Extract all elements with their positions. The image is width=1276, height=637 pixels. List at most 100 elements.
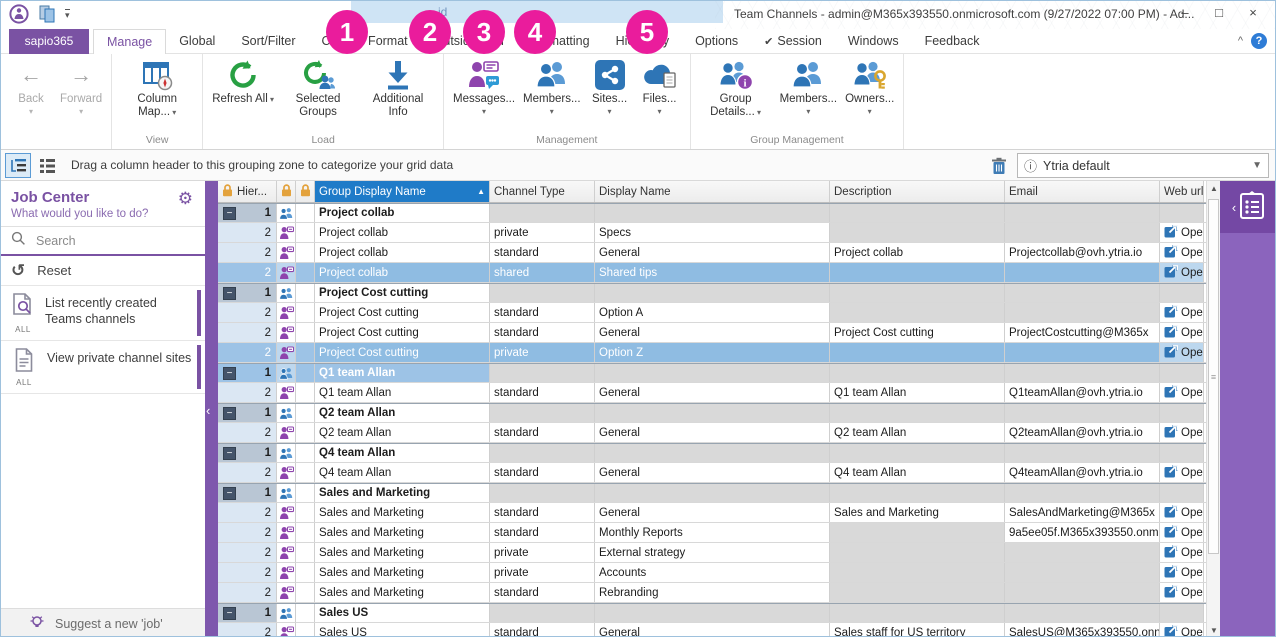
- trash-icon[interactable]: [987, 155, 1011, 177]
- channel-row[interactable]: 2Sales and MarketingprivateExternal stra…: [218, 543, 1206, 563]
- channel-row[interactable]: 2Sales and MarketingprivateAccountsOper: [218, 563, 1206, 583]
- collapse-expander[interactable]: −: [223, 367, 236, 380]
- collapse-ribbon-icon[interactable]: ^: [1238, 35, 1243, 47]
- open-web-url-link[interactable]: Oper: [1164, 565, 1204, 581]
- tab-options[interactable]: Options: [682, 29, 751, 54]
- window-switch-icon[interactable]: [39, 5, 55, 23]
- column-header-email[interactable]: Email: [1005, 181, 1160, 202]
- collapse-expander[interactable]: −: [223, 607, 236, 620]
- team-group-row[interactable]: −1Project Cost cutting: [218, 283, 1206, 303]
- team-group-row[interactable]: −1Project collab: [218, 203, 1206, 223]
- channel-row[interactable]: 2Sales and MarketingstandardGeneralSales…: [218, 503, 1206, 523]
- suggest-job-button[interactable]: Suggest a new 'job': [1, 608, 205, 637]
- maximize-button[interactable]: □: [1205, 3, 1233, 23]
- reset-button[interactable]: ↺ Reset: [1, 256, 205, 286]
- chevron-expand-icon[interactable]: ‹: [1232, 200, 1236, 215]
- open-web-url-link[interactable]: Oper: [1164, 585, 1204, 601]
- help-icon[interactable]: ?: [1251, 33, 1267, 49]
- files--button[interactable]: Files...▾: [635, 57, 685, 118]
- channel-row[interactable]: 2Sales and MarketingstandardRebrandingOp…: [218, 583, 1206, 603]
- job-item[interactable]: ALLView private channel sites: [1, 341, 205, 394]
- open-web-url-link[interactable]: Oper: [1164, 625, 1204, 637]
- close-button[interactable]: ×: [1239, 3, 1267, 23]
- hierarchy-view-toggle[interactable]: [5, 153, 31, 178]
- open-web-url-link[interactable]: Oper: [1164, 465, 1204, 481]
- team-group-row[interactable]: −1Q4 team Allan: [218, 443, 1206, 463]
- selected-groups-button[interactable]: Selected Groups: [278, 57, 358, 121]
- collapse-expander[interactable]: −: [223, 407, 236, 420]
- channel-row[interactable]: 2Sales and MarketingstandardMonthly Repo…: [218, 523, 1206, 543]
- collapse-expander[interactable]: −: [223, 487, 236, 500]
- open-web-url-link[interactable]: Oper: [1164, 385, 1204, 401]
- team-group-row[interactable]: −1Q2 team Allan: [218, 403, 1206, 423]
- channel-row[interactable]: 2Project collabstandardGeneralProject co…: [218, 243, 1206, 263]
- column-header-desc[interactable]: Description: [830, 181, 1005, 202]
- scroll-up-icon[interactable]: ▲: [1207, 181, 1221, 196]
- tab-feedback[interactable]: Feedback: [912, 29, 993, 54]
- team-group-row[interactable]: −1Sales US: [218, 603, 1206, 623]
- combobox-caret-icon[interactable]: ▼: [1252, 160, 1262, 171]
- vertical-scrollbar[interactable]: ▲ ≡ ▼: [1206, 181, 1220, 637]
- tab-windows[interactable]: Windows: [835, 29, 912, 54]
- minimize-button[interactable]: –: [1171, 3, 1199, 23]
- team-group-row[interactable]: −1Sales and Marketing: [218, 483, 1206, 503]
- channel-row[interactable]: 2Q1 team AllanstandardGeneralQ1 team All…: [218, 383, 1206, 403]
- sidebar-collapse-strip[interactable]: ‹: [205, 181, 218, 637]
- tab-sapio365[interactable]: sapio365: [9, 29, 89, 54]
- open-web-url-link[interactable]: Oper: [1164, 265, 1204, 281]
- scroll-down-icon[interactable]: ▼: [1207, 623, 1221, 637]
- refresh-all-button[interactable]: Refresh All ▾: [208, 57, 278, 108]
- column-header-name[interactable]: Group Display Name▲: [315, 181, 490, 202]
- members--button[interactable]: Members...▾: [519, 57, 585, 118]
- messages--button[interactable]: Messages...▾: [449, 57, 519, 118]
- job-item[interactable]: ALLList recently created Teams channels: [1, 286, 205, 341]
- scrollbar-thumb[interactable]: ≡: [1208, 199, 1219, 554]
- channel-row[interactable]: 2Project collabprivateSpecsOper: [218, 223, 1206, 243]
- channel-row[interactable]: 2Project collabsharedShared tipsOper: [218, 263, 1206, 283]
- open-web-url-link[interactable]: Oper: [1164, 225, 1204, 241]
- tab-manage[interactable]: Manage: [93, 29, 166, 54]
- gear-icon[interactable]: ⚙: [178, 189, 193, 209]
- channel-row[interactable]: 2Project Cost cuttingstandardGeneralProj…: [218, 323, 1206, 343]
- flat-view-toggle[interactable]: [34, 153, 60, 178]
- column-header-pad[interactable]: [296, 181, 315, 202]
- open-web-url-link[interactable]: Oper: [1164, 305, 1204, 321]
- collapse-expander[interactable]: −: [223, 207, 236, 220]
- channel-row[interactable]: 2Q4 team AllanstandardGeneralQ4 team All…: [218, 463, 1206, 483]
- channel-row[interactable]: 2Q2 team AllanstandardGeneralQ2 team All…: [218, 423, 1206, 443]
- qat-dropdown-icon[interactable]: ▾: [65, 9, 70, 20]
- open-web-url-link[interactable]: Oper: [1164, 345, 1204, 361]
- channel-row[interactable]: 2Project Cost cuttingprivateOption ZOper: [218, 343, 1206, 363]
- team-group-row[interactable]: −1Q1 team Allan: [218, 363, 1206, 383]
- open-web-url-link[interactable]: Oper: [1164, 245, 1204, 261]
- tab-global[interactable]: Global: [166, 29, 228, 54]
- open-web-url-link[interactable]: Oper: [1164, 325, 1204, 341]
- members--button[interactable]: Members...▾: [776, 57, 842, 118]
- channel-row[interactable]: 2Project Cost cuttingstandardOption AOpe…: [218, 303, 1206, 323]
- tab-session[interactable]: ✔Session: [751, 29, 835, 54]
- column-header-type[interactable]: Channel Type: [490, 181, 595, 202]
- column-map--button[interactable]: Column Map... ▾: [117, 57, 197, 121]
- additional-info-button[interactable]: Additional Info: [358, 57, 438, 121]
- collapse-expander[interactable]: −: [223, 287, 236, 300]
- open-web-url-link[interactable]: Oper: [1164, 545, 1204, 561]
- grid-preset-combobox[interactable]: ⓘ Ytria default ▼: [1017, 153, 1269, 178]
- right-panel-header[interactable]: ‹: [1220, 181, 1276, 233]
- open-web-url-link[interactable]: Oper: [1164, 525, 1204, 541]
- collapse-expander[interactable]: −: [223, 447, 236, 460]
- open-web-url-link[interactable]: Oper: [1164, 505, 1204, 521]
- group-display-name-cell: Q2 team Allan: [315, 423, 490, 442]
- tab-sort-filter[interactable]: Sort/Filter: [228, 29, 308, 54]
- column-header-hier[interactable]: Hier...: [218, 181, 277, 202]
- column-header-web[interactable]: Web url: [1160, 181, 1204, 202]
- sites--button[interactable]: Sites...▾: [585, 57, 635, 118]
- column-header-display[interactable]: Display Name: [595, 181, 830, 202]
- search-input[interactable]: [36, 234, 176, 248]
- open-web-url-link[interactable]: Oper: [1164, 425, 1204, 441]
- column-header-icon[interactable]: [277, 181, 296, 202]
- web-url-label: Oper: [1181, 507, 1204, 519]
- group-details--button[interactable]: iGroup Details... ▾: [696, 57, 776, 121]
- owners--button[interactable]: Owners...▾: [841, 57, 898, 118]
- chevron-left-icon[interactable]: ‹: [206, 403, 210, 418]
- channel-row[interactable]: 2Sales USstandardGeneralSales staff for …: [218, 623, 1206, 637]
